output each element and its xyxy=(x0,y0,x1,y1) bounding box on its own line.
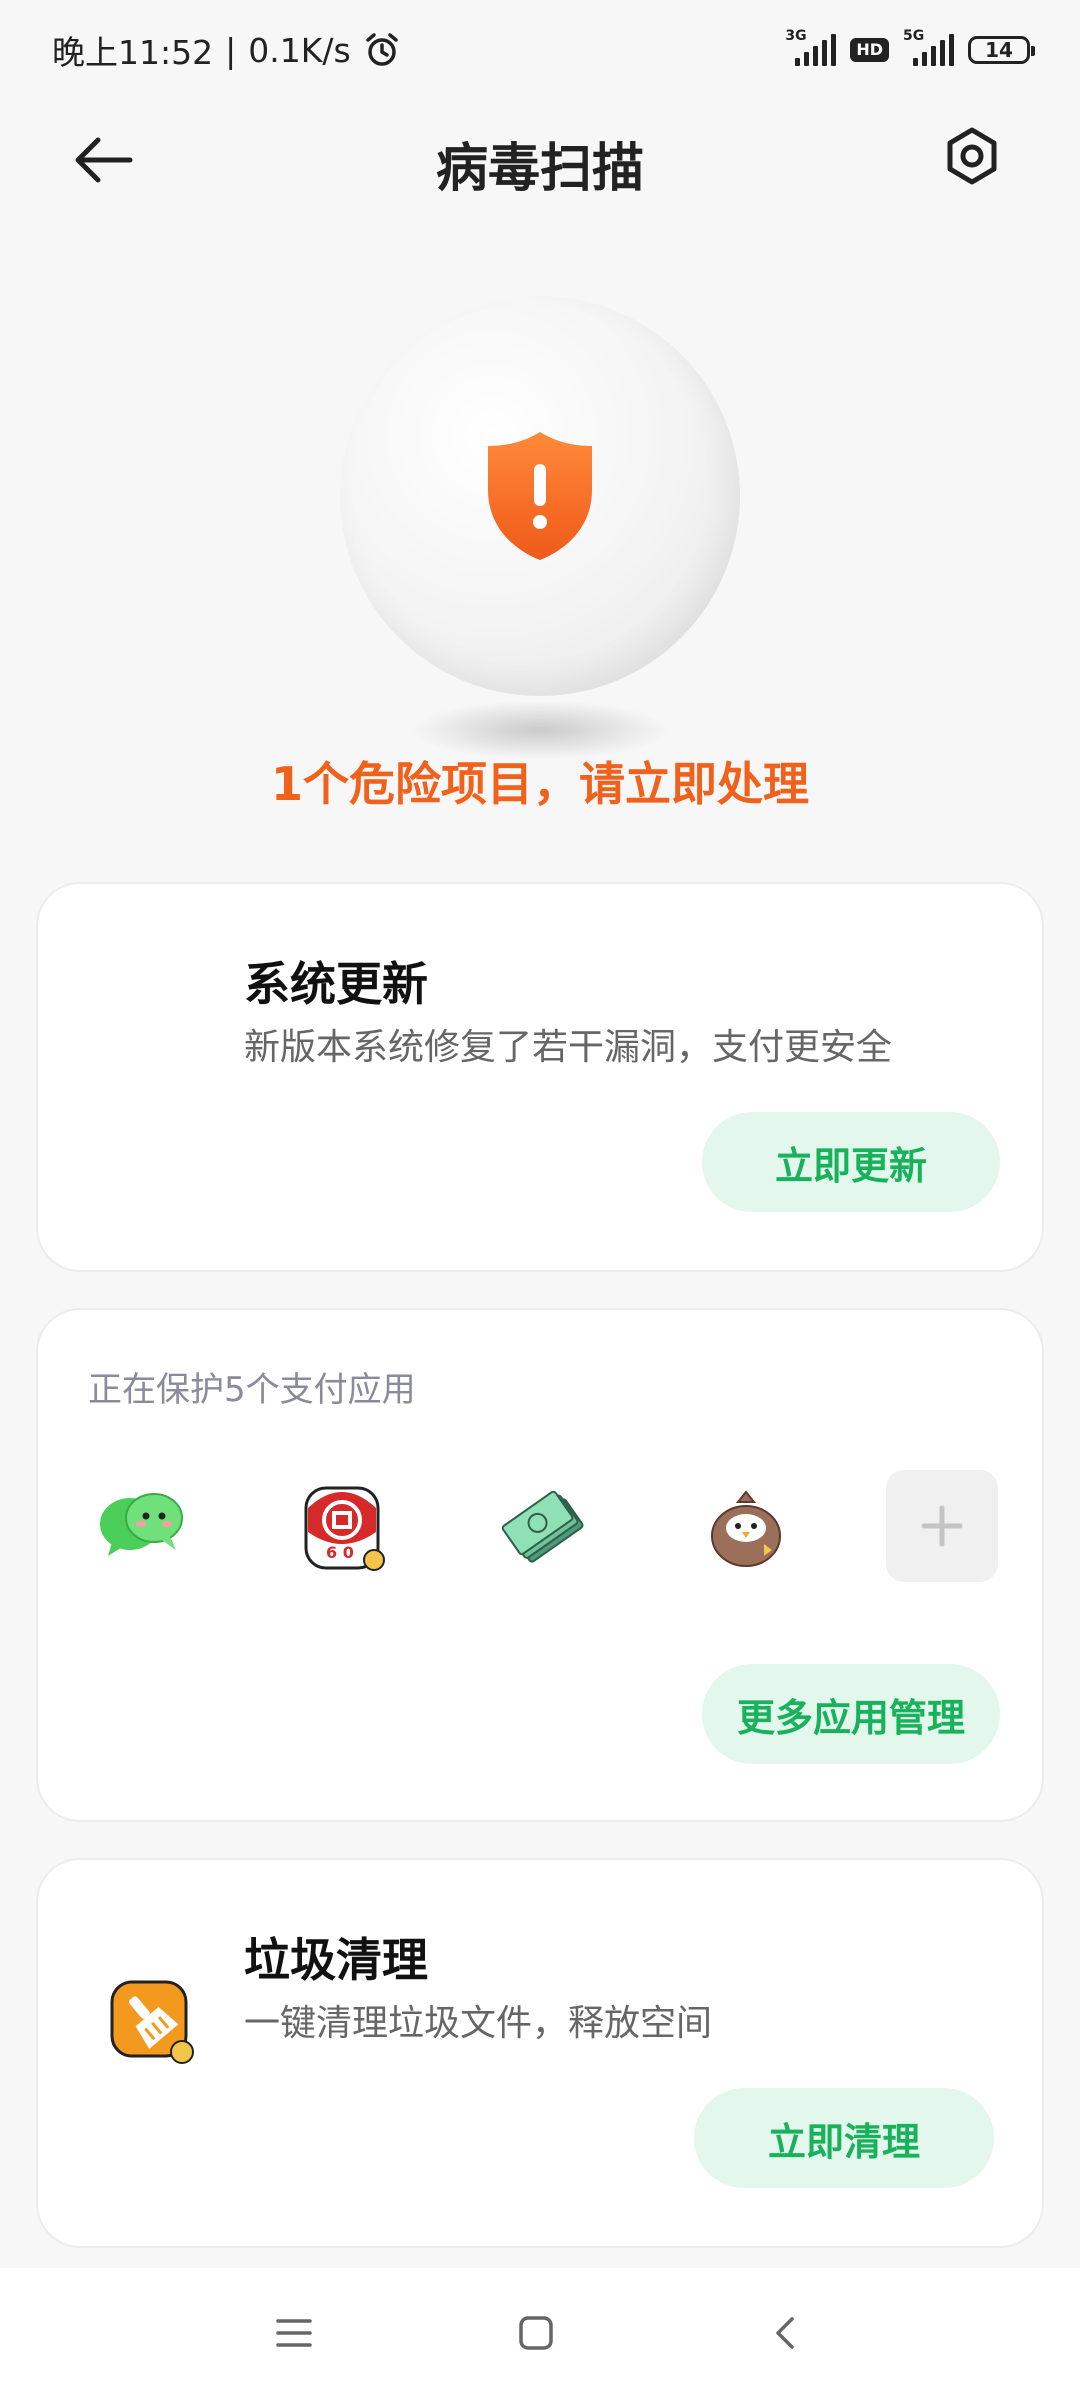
money-stack-icon[interactable] xyxy=(498,1480,594,1576)
payment-protection-card: 正在保护5个支付应用 6 0 更多应用管理 xyxy=(36,1308,1044,1822)
navigation-bar xyxy=(0,2268,1080,2400)
system-update-description: 新版本系统修复了若干漏洞，支付更安全 xyxy=(244,1027,893,1068)
broom-icon xyxy=(110,1980,194,2064)
shield-warning-icon xyxy=(488,432,592,560)
bird-app-icon[interactable] xyxy=(698,1480,794,1576)
recent-apps-button[interactable] xyxy=(264,2308,324,2358)
status-left: 晚上11:52 | 0.1K/s xyxy=(52,26,401,74)
add-app-button[interactable] xyxy=(886,1470,998,1582)
signal-sim1-icon: 3G xyxy=(785,28,837,66)
status-separator: | xyxy=(225,30,237,70)
menu-lines-icon xyxy=(276,2319,312,2347)
protection-label: 正在保护5个支付应用 xyxy=(88,1370,416,1410)
signal-sim2-icon: 5G xyxy=(903,28,954,66)
square-home-icon xyxy=(519,2316,553,2350)
chevron-left-icon xyxy=(776,2317,794,2349)
hexagon-gear-icon xyxy=(947,127,997,185)
junk-cleanup-description: 一键清理垃圾文件，释放空间 xyxy=(244,2003,713,2044)
bank-app-icon[interactable]: 6 0 xyxy=(296,1480,392,1576)
status-right: 3G HD 5G 14 xyxy=(785,28,1035,66)
system-update-card: 系统更新 新版本系统修复了若干漏洞，支付更安全 立即更新 xyxy=(36,882,1044,1272)
hd-badge: HD xyxy=(850,38,889,62)
battery-icon: 14 xyxy=(968,36,1035,64)
network-speed: 0.1K/s xyxy=(248,30,351,70)
clean-now-button[interactable]: 立即清理 xyxy=(694,2088,994,2188)
status-bar: 晚上11:52 | 0.1K/s 3G HD 5G 14 xyxy=(0,0,1080,100)
junk-cleanup-card: 垃圾清理 一键清理垃圾文件，释放空间 立即清理 xyxy=(36,1858,1044,2248)
status-time: 晚上11:52 xyxy=(52,33,214,72)
security-status-orb xyxy=(340,296,740,696)
system-back-button[interactable] xyxy=(756,2308,816,2358)
danger-status-text: 1个危险项目，请立即处理 xyxy=(270,757,809,811)
plus-icon xyxy=(921,1505,963,1547)
wechat-icon[interactable] xyxy=(94,1480,190,1576)
junk-cleanup-title: 垃圾清理 xyxy=(244,1933,428,1987)
page-title: 病毒扫描 xyxy=(435,139,644,199)
home-button[interactable] xyxy=(506,2308,566,2358)
svg-text:6 0: 6 0 xyxy=(326,1543,354,1562)
header: 病毒扫描 xyxy=(0,100,1080,220)
sim2-type: 5G xyxy=(903,28,925,44)
sim1-type: 3G xyxy=(785,28,807,44)
battery-level: 14 xyxy=(985,38,1013,62)
settings-button[interactable] xyxy=(940,124,1010,194)
system-update-title: 系统更新 xyxy=(244,957,428,1011)
more-app-management-button[interactable]: 更多应用管理 xyxy=(702,1664,1000,1764)
alarm-clock-icon xyxy=(365,33,398,66)
update-now-button[interactable]: 立即更新 xyxy=(702,1112,1000,1212)
